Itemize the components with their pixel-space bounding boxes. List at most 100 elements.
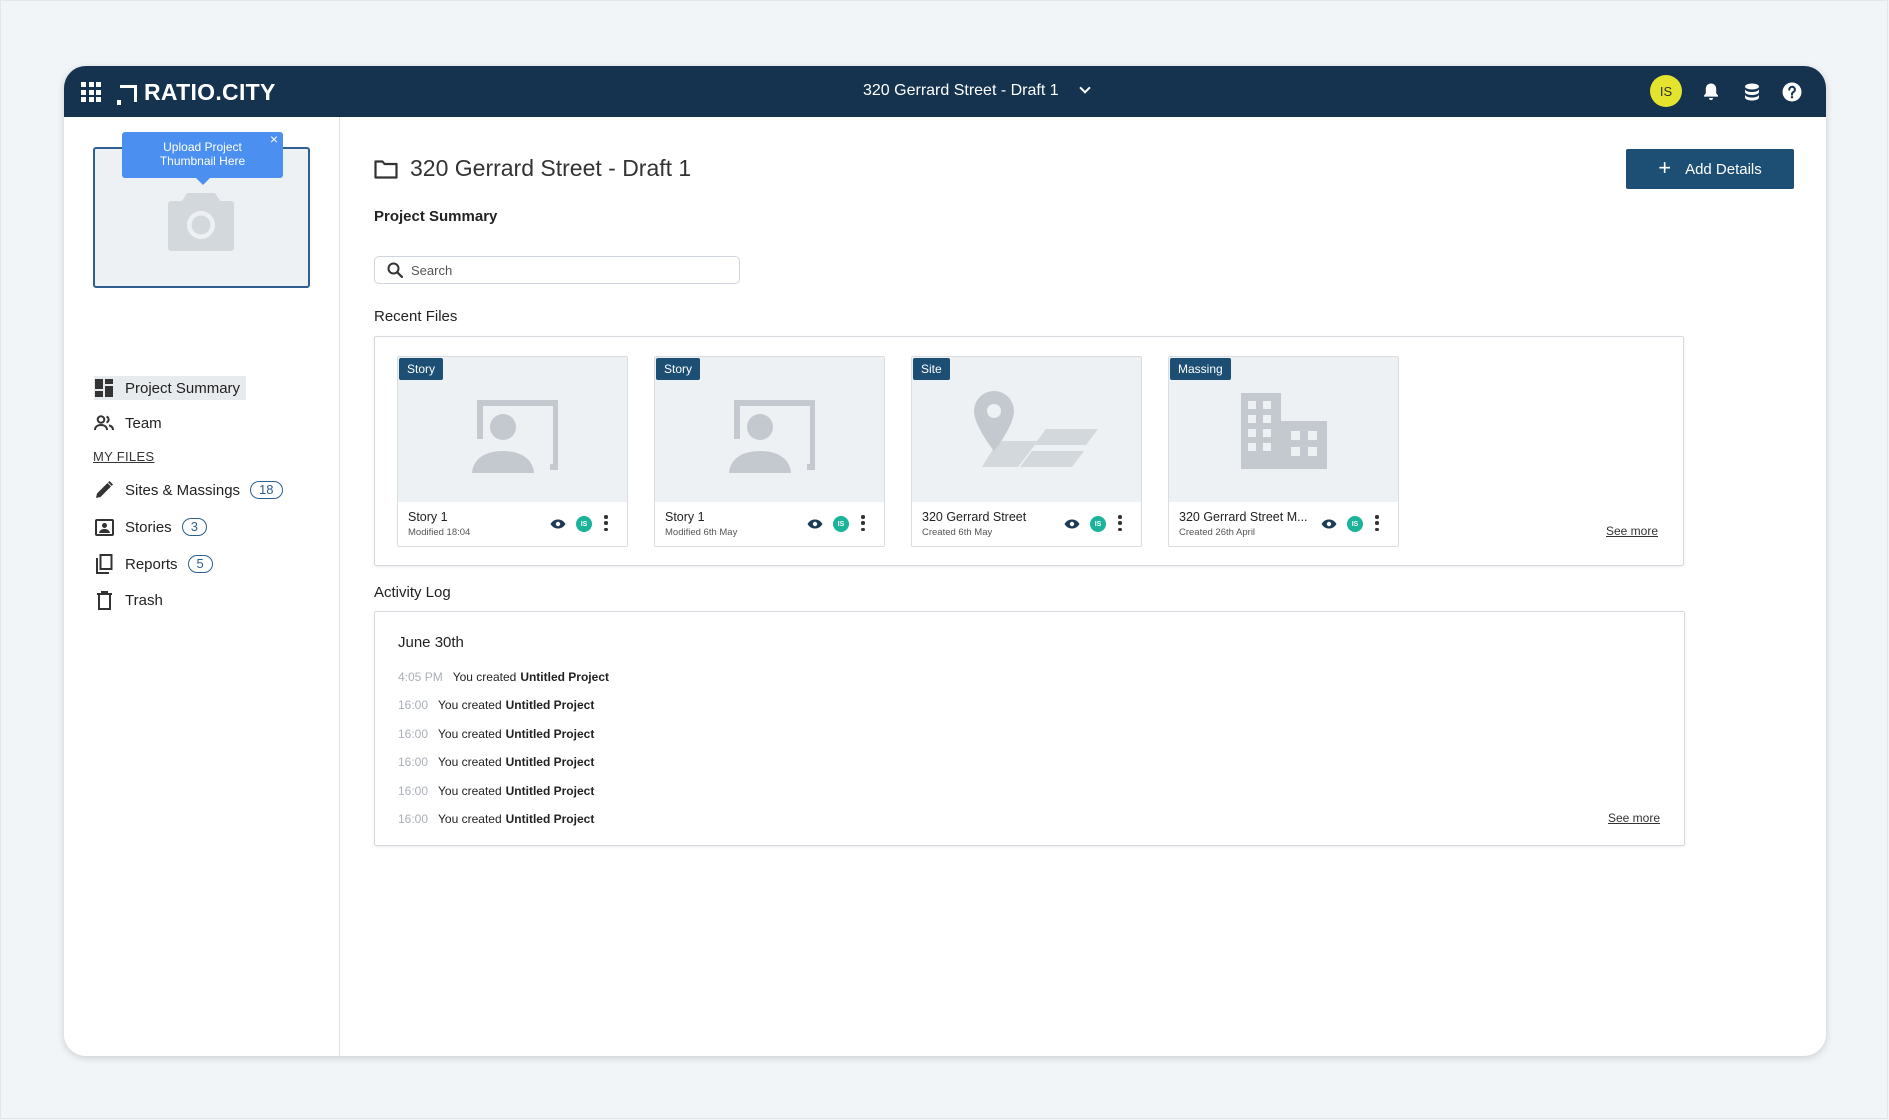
sidebar-item-label: Team xyxy=(125,414,162,432)
file-card-date: Modified 18:04 xyxy=(408,527,471,538)
add-details-label: Add Details xyxy=(1685,160,1762,178)
shared-user-avatar: IS xyxy=(1090,516,1106,532)
activity-time: 16:00 xyxy=(398,755,429,769)
search-box[interactable] xyxy=(374,256,740,284)
file-type-tag: Site xyxy=(913,358,950,380)
shared-user-avatar: IS xyxy=(833,516,849,532)
folder-icon xyxy=(374,159,398,179)
file-card[interactable]: Story Story 1 Modified 6th May IS xyxy=(654,356,885,547)
building-placeholder-icon xyxy=(1241,393,1327,469)
eye-icon[interactable] xyxy=(1064,519,1080,529)
main-content: 320 Gerrard Street - Draft 1 + Add Detai… xyxy=(340,117,1826,1056)
more-options-icon[interactable] xyxy=(1118,515,1122,531)
activity-row: 16:00 You created Untitled Project xyxy=(398,755,594,769)
file-type-tag: Story xyxy=(656,358,701,380)
recent-files-panel: Story Story 1 Modified 18:04 IS Story St… xyxy=(374,336,1684,566)
portrait-icon xyxy=(94,517,114,537)
file-card-date: Created 26th April xyxy=(1179,527,1256,538)
more-options-icon[interactable] xyxy=(604,515,608,531)
sidebar-item-reports[interactable]: Reports 5 xyxy=(94,554,213,574)
file-type-tag: Massing xyxy=(1170,358,1231,380)
user-avatar[interactable]: IS xyxy=(1650,75,1682,107)
count-badge: 3 xyxy=(181,518,207,536)
copy-icon xyxy=(94,554,114,574)
sidebar-item-project-summary[interactable]: Project Summary xyxy=(94,376,247,400)
add-details-button[interactable]: + Add Details xyxy=(1626,149,1794,189)
file-card-date: Modified 6th May xyxy=(665,527,738,538)
activity-target[interactable]: Untitled Project xyxy=(506,755,595,769)
see-more-files-link[interactable]: See more xyxy=(1606,524,1658,538)
people-icon xyxy=(94,413,114,433)
more-options-icon[interactable] xyxy=(861,515,865,531)
shared-user-avatar: IS xyxy=(1347,516,1363,532)
shared-user-avatar: IS xyxy=(576,516,592,532)
activity-text: You created xyxy=(438,812,502,826)
activity-time: 16:00 xyxy=(398,784,429,798)
bell-icon[interactable] xyxy=(1700,81,1722,103)
eye-icon[interactable] xyxy=(807,519,823,529)
activity-text: You created xyxy=(438,727,502,741)
project-selector[interactable]: 320 Gerrard Street - Draft 1 xyxy=(863,82,1091,100)
file-card[interactable]: Massing 320 Gerrard Street M... Created … xyxy=(1168,356,1399,547)
file-type-tag: Story xyxy=(399,358,444,380)
more-options-icon[interactable] xyxy=(1375,515,1379,531)
file-card[interactable]: Site 320 Gerrard Street Created 6th May … xyxy=(911,356,1142,547)
activity-row: 16:00 You created Untitled Project xyxy=(398,812,594,826)
sidebar-item-label: Trash xyxy=(125,591,163,609)
thumbnail-tooltip: Upload Project Thumbnail Here × xyxy=(122,132,283,185)
activity-text: You created xyxy=(438,755,502,769)
activity-target[interactable]: Untitled Project xyxy=(520,670,609,684)
see-more-activity-link[interactable]: See more xyxy=(1608,811,1660,825)
sidebar-item-label: Project Summary xyxy=(125,379,241,397)
logo[interactable]: RATIO.CITY xyxy=(117,78,276,105)
activity-time: 16:00 xyxy=(398,812,429,826)
page-title: 320 Gerrard Street - Draft 1 xyxy=(374,155,691,182)
file-card-date: Created 6th May xyxy=(922,527,993,538)
sidebar-item-label: Reports xyxy=(125,555,178,573)
story-placeholder-icon xyxy=(472,400,558,473)
activity-row: 16:00 You created Untitled Project xyxy=(398,727,594,741)
search-input[interactable] xyxy=(411,262,711,278)
sidebar-item-stories[interactable]: Stories 3 xyxy=(94,517,207,537)
activity-target[interactable]: Untitled Project xyxy=(506,784,595,798)
file-card-title: Story 1 xyxy=(665,510,705,524)
top-bar: RATIO.CITY 320 Gerrard Street - Draft 1 … xyxy=(64,66,1826,117)
activity-target[interactable]: Untitled Project xyxy=(506,698,595,712)
help-icon[interactable] xyxy=(1781,81,1803,103)
file-card-title: Story 1 xyxy=(408,510,448,524)
database-icon[interactable] xyxy=(1741,81,1763,103)
activity-time: 16:00 xyxy=(398,698,429,712)
site-placeholder-icon xyxy=(974,391,1098,467)
sidebar-item-team[interactable]: Team xyxy=(94,413,162,433)
file-card[interactable]: Story Story 1 Modified 18:04 IS xyxy=(397,356,628,547)
activity-log-panel: June 30th 4:05 PM You created Untitled P… xyxy=(374,611,1685,846)
my-files-heading: MY FILES xyxy=(93,449,155,464)
project-selector-label: 320 Gerrard Street - Draft 1 xyxy=(863,82,1059,99)
activity-target[interactable]: Untitled Project xyxy=(506,812,595,826)
file-card-title: 320 Gerrard Street xyxy=(922,510,1027,524)
activity-log-heading: Activity Log xyxy=(374,584,451,601)
sidebar-item-label: Stories xyxy=(125,518,172,536)
sidebar: Upload Project Thumbnail Here × Project … xyxy=(64,117,340,1056)
activity-time: 16:00 xyxy=(398,727,429,741)
sidebar-item-label: Sites & Massings xyxy=(125,481,241,499)
thumbnail-tooltip-text: Upload Project Thumbnail Here xyxy=(159,140,246,168)
activity-target[interactable]: Untitled Project xyxy=(506,727,595,741)
dashboard-icon xyxy=(94,378,114,398)
count-badge: 18 xyxy=(250,481,283,499)
section-subtitle: Project Summary xyxy=(374,208,498,225)
activity-date: June 30th xyxy=(398,634,464,651)
apps-grid-icon[interactable] xyxy=(81,82,101,102)
close-icon[interactable]: × xyxy=(270,132,278,146)
activity-row: 16:00 You created Untitled Project xyxy=(398,698,594,712)
app-window: RATIO.CITY 320 Gerrard Street - Draft 1 … xyxy=(64,66,1826,1056)
eye-icon[interactable] xyxy=(550,519,566,529)
activity-time: 4:05 PM xyxy=(398,670,443,684)
activity-text: You created xyxy=(452,670,517,684)
eye-icon[interactable] xyxy=(1321,519,1337,529)
logo-text: RATIO.CITY xyxy=(144,78,276,105)
camera-icon xyxy=(168,193,234,251)
sidebar-item-trash[interactable]: Trash xyxy=(94,590,163,610)
pencil-icon xyxy=(94,480,114,500)
sidebar-item-sites-massings[interactable]: Sites & Massings 18 xyxy=(94,480,283,500)
